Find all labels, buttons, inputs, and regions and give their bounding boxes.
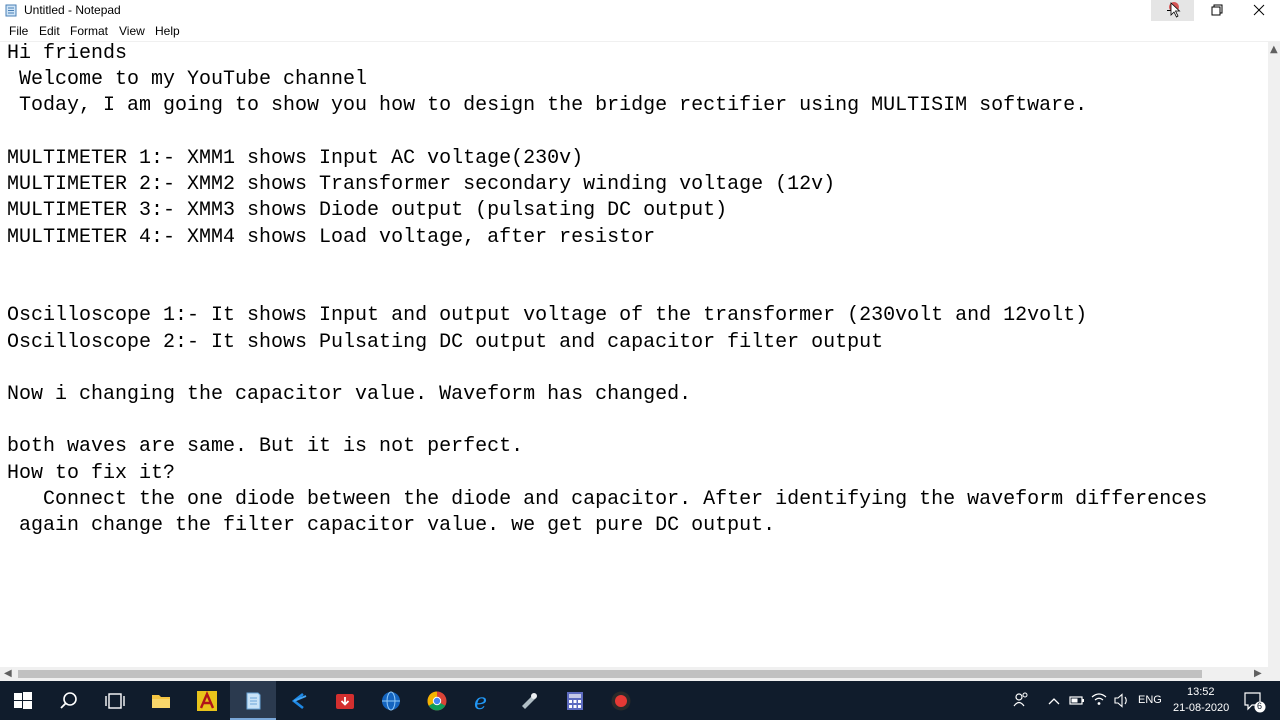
text-line: MULTIMETER 4:- XMM4 shows Load voltage, …: [7, 226, 656, 249]
app-globe-icon: [382, 691, 400, 711]
title-bar[interactable]: Untitled - Notepad: [0, 0, 1280, 21]
scrollbar-corner: [1268, 667, 1280, 681]
clock-date: 21-08-2020: [1173, 702, 1230, 714]
people-icon: [1013, 692, 1028, 707]
app-tool-icon: [522, 693, 537, 709]
tray-clock[interactable]: 13:52 21-08-2020: [1170, 681, 1236, 720]
scroll-left-icon[interactable]: ◀: [4, 668, 12, 679]
volume-icon: [1114, 693, 1127, 708]
text-line: again change the filter capacitor value.…: [7, 514, 776, 537]
app-a-icon: [197, 690, 217, 711]
scroll-right-icon[interactable]: ▶: [1254, 668, 1262, 679]
minimize-icon: [1167, 2, 1181, 18]
notification-count: 6: [1257, 701, 1263, 711]
text-editor[interactable]: Hi friends Welcome to my YouTube channel…: [0, 42, 1268, 667]
file-explorer-icon: [152, 695, 170, 708]
edge-icon: e: [474, 690, 487, 712]
tray-action-center[interactable]: 6: [1240, 681, 1270, 720]
text-line: Oscilloscope 1:- It shows Input and outp…: [7, 304, 1088, 327]
app-download-icon: [336, 694, 354, 709]
text-line: Connect the one diode between the diode …: [7, 488, 1208, 511]
taskbar-app-download[interactable]: [322, 681, 368, 720]
close-icon: [1253, 4, 1265, 16]
text-line: MULTIMETER 3:- XMM3 shows Diode output (…: [7, 199, 728, 222]
svg-text:e: e: [474, 690, 487, 712]
notepad-icon: [246, 692, 261, 710]
app-calc-icon: [567, 692, 583, 710]
menu-format[interactable]: Format: [70, 24, 108, 38]
search-button[interactable]: [46, 681, 92, 720]
tray-volume[interactable]: [1112, 681, 1132, 720]
text-line: Oscilloscope 2:- It shows Pulsating DC o…: [7, 331, 884, 354]
chrome-icon: [427, 691, 447, 711]
tray-show-hidden[interactable]: [1045, 681, 1063, 720]
taskbar-app-record[interactable]: [598, 681, 644, 720]
menu-help[interactable]: Help: [155, 24, 180, 38]
app-record-icon: [611, 691, 631, 711]
text-line: Hi friends: [7, 42, 128, 65]
horizontal-scrollbar[interactable]: ◀ ▶: [0, 667, 1268, 681]
menu-edit[interactable]: Edit: [39, 24, 60, 38]
horizontal-scroll-thumb[interactable]: [18, 670, 1202, 678]
restore-icon: [1211, 4, 1223, 16]
menu-file[interactable]: File: [9, 24, 28, 38]
taskbar: e ENG 13:52 21-08-2020 6: [0, 681, 1280, 720]
menu-view[interactable]: View: [119, 24, 145, 38]
taskbar-app-code[interactable]: [276, 681, 322, 720]
notification-icon: [1244, 692, 1266, 713]
text-line: How to fix it?: [7, 462, 176, 485]
text-line: Now i changing the capacitor value. Wave…: [7, 383, 692, 406]
app-code-icon: [291, 692, 307, 710]
network-icon: [1091, 693, 1107, 705]
taskbar-chrome[interactable]: [414, 681, 460, 720]
windows-start-icon: [14, 692, 32, 709]
taskbar-edge[interactable]: e: [460, 681, 506, 720]
window-title: Untitled - Notepad: [24, 3, 121, 17]
restore-button[interactable]: [1195, 0, 1238, 21]
tray-battery[interactable]: [1068, 681, 1086, 720]
battery-icon: [1069, 696, 1084, 705]
taskbar-app-a[interactable]: [184, 681, 230, 720]
scroll-up-icon[interactable]: ▲: [1270, 44, 1278, 55]
text-line: MULTIMETER 2:- XMM2 shows Transformer se…: [7, 173, 836, 196]
task-view-button[interactable]: [92, 681, 138, 720]
menu-bar: File Edit Format View Help: [0, 21, 1280, 42]
tray-people[interactable]: [1010, 681, 1032, 720]
taskbar-app-tool[interactable]: [506, 681, 552, 720]
notepad-app-icon: [5, 4, 17, 17]
chevron-up-icon: [1048, 698, 1060, 705]
text-line: MULTIMETER 1:- XMM1 shows Input AC volta…: [7, 147, 584, 170]
taskbar-notepad[interactable]: [230, 681, 276, 720]
tray-language[interactable]: ENG: [1138, 681, 1164, 720]
tray-network[interactable]: [1089, 681, 1109, 720]
taskbar-app-calc[interactable]: [552, 681, 598, 720]
task-view-icon: [105, 693, 125, 709]
taskbar-app-globe[interactable]: [368, 681, 414, 720]
clock-time: 13:52: [1187, 686, 1215, 698]
minimize-button[interactable]: [1151, 0, 1194, 21]
close-button[interactable]: [1238, 0, 1280, 21]
text-line: Today, I am going to show you how to des…: [7, 94, 1088, 117]
text-line: both waves are same. But it is not perfe…: [7, 435, 524, 458]
search-icon: [60, 692, 77, 709]
taskbar-file-explorer[interactable]: [138, 681, 184, 720]
start-button[interactable]: [0, 681, 46, 720]
text-line: Welcome to my YouTube channel: [7, 68, 368, 91]
vertical-scrollbar[interactable]: ▲: [1268, 42, 1280, 667]
